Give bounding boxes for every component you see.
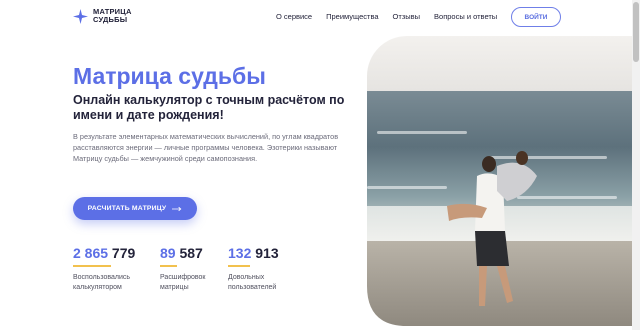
stat-number-highlight: 89 bbox=[160, 245, 176, 261]
stat-label: Довольных пользователей bbox=[228, 274, 277, 291]
nav-about[interactable]: О сервисе bbox=[276, 12, 312, 21]
stat-number: 2 865 779 bbox=[73, 245, 160, 261]
stat-number-highlight: 132 bbox=[228, 245, 252, 261]
stat-label: Расшифровок матрицы bbox=[160, 274, 206, 291]
scrollbar-thumb[interactable] bbox=[633, 2, 639, 62]
hero-photo bbox=[367, 36, 632, 326]
nav-faq[interactable]: Вопросы и ответы bbox=[434, 12, 497, 21]
nav-advantages[interactable]: Преимущества bbox=[326, 12, 378, 21]
main-nav: О сервисе Преимущества Отзывы Вопросы и … bbox=[276, 12, 497, 21]
hero-title: Матрица судьбы bbox=[73, 63, 266, 89]
stat-decodings: 89 587 Расшифровок матрицы bbox=[160, 245, 228, 293]
stat-number: 132 913 bbox=[228, 245, 308, 261]
stat-underline bbox=[160, 265, 177, 267]
site-header: МАТРИЦА СУДЬБЫ О сервисе Преимущества От… bbox=[0, 0, 632, 36]
stat-number: 89 587 bbox=[160, 245, 228, 261]
stat-users: 2 865 779 Воспользовались калькулятором bbox=[73, 245, 160, 293]
stat-number-rest: 587 bbox=[175, 245, 203, 261]
arrow-right-icon bbox=[172, 206, 182, 211]
hero-description: В результате элементарных математических… bbox=[73, 132, 339, 163]
stat-label: Воспользовались калькулятором bbox=[73, 274, 131, 291]
stat-number-rest: 779 bbox=[108, 245, 136, 261]
stat-underline bbox=[73, 265, 111, 267]
calculate-matrix-button[interactable]: РАСЧИТАТЬ МАТРИЦУ bbox=[73, 197, 197, 220]
stat-number-highlight: 2 865 bbox=[73, 245, 109, 261]
login-button[interactable]: ВОЙТИ bbox=[511, 7, 561, 27]
page-scrollbar[interactable] bbox=[632, 0, 640, 330]
hero-subtitle: Онлайн калькулятор с точным расчётом по … bbox=[73, 93, 345, 122]
stat-underline bbox=[228, 265, 250, 267]
nav-reviews[interactable]: Отзывы bbox=[393, 12, 420, 21]
logo-line-2: СУДЬБЫ bbox=[93, 15, 128, 24]
star-logo-icon bbox=[73, 8, 88, 24]
stats: 2 865 779 Воспользовались калькулятором … bbox=[73, 245, 308, 293]
couple-figure bbox=[447, 151, 537, 306]
logo[interactable]: МАТРИЦА СУДЬБЫ bbox=[73, 8, 133, 24]
logo-text: МАТРИЦА СУДЬБЫ bbox=[93, 8, 133, 24]
cta-label: РАСЧИТАТЬ МАТРИЦУ bbox=[87, 205, 167, 212]
stat-number-rest: 913 bbox=[251, 245, 279, 261]
stat-satisfied: 132 913 Довольных пользователей bbox=[228, 245, 308, 293]
